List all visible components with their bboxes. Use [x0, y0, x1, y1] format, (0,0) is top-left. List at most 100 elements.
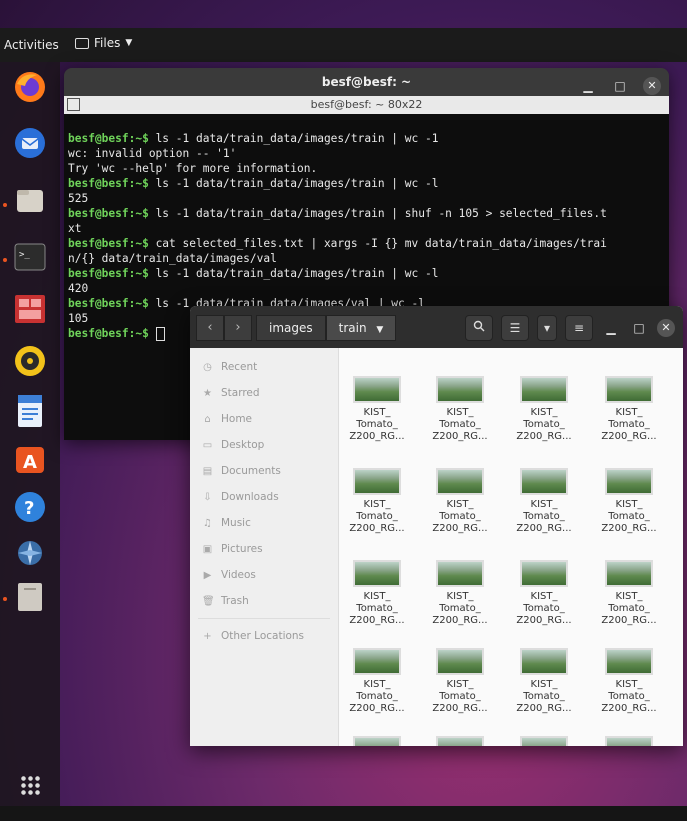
- file-name: KIST_ Tomato_ Z200_RG...: [349, 407, 405, 442]
- file-item[interactable]: KIST_ Tomato_ Z200_RG...: [590, 468, 668, 535]
- rhythmbox-icon[interactable]: [11, 342, 49, 380]
- image-thumbnail: [520, 376, 568, 403]
- file-item[interactable]: [338, 736, 416, 746]
- file-item[interactable]: KIST_ Tomato_ Z200_RG...: [505, 648, 583, 715]
- close-icon[interactable]: ✕: [657, 319, 675, 337]
- sidebar-item-music[interactable]: ♫ Music: [190, 510, 338, 536]
- image-thumbnail: [605, 648, 653, 675]
- new-tab-icon[interactable]: [67, 98, 80, 111]
- file-item[interactable]: KIST_ Tomato_ Z200_RG...: [505, 376, 583, 443]
- files-app-icon[interactable]: [11, 182, 49, 220]
- image-thumbnail: [520, 560, 568, 587]
- terminal-line: Try 'wc --help' for more information.: [68, 162, 318, 175]
- app-menu[interactable]: Files ▼: [75, 36, 132, 50]
- file-item[interactable]: KIST_ Tomato_ Z200_RG...: [421, 468, 499, 535]
- file-item[interactable]: KIST_ Tomato_ Z200_RG...: [338, 468, 416, 535]
- forward-button[interactable]: ›: [224, 315, 252, 341]
- breadcrumb-train[interactable]: train ▼: [325, 315, 397, 341]
- sidebar-item-starred[interactable]: ★ Starred: [190, 380, 338, 406]
- folder-icon: [75, 37, 89, 49]
- image-thumbnail: [353, 736, 401, 746]
- clock-icon: ◷: [203, 361, 212, 373]
- terminal-line: n/{} data/train_data/images/val: [68, 252, 277, 265]
- sidebar-item-documents[interactable]: ▤ Documents: [190, 458, 338, 484]
- file-name: KIST_ Tomato_ Z200_RG...: [349, 499, 405, 534]
- file-item[interactable]: KIST_ Tomato_ Z200_RG...: [421, 376, 499, 443]
- file-item[interactable]: [421, 736, 499, 746]
- monitor-bezel: [0, 806, 687, 821]
- file-item[interactable]: [590, 736, 668, 746]
- file-item[interactable]: KIST_ Tomato_ Z200_RG...: [338, 648, 416, 715]
- sidebar-item-downloads[interactable]: ⇩ Downloads: [190, 484, 338, 510]
- image-thumbnail: [353, 468, 401, 495]
- document-icon: ▤: [202, 465, 213, 477]
- terminal-titlebar[interactable]: besf@besf: ~ ▁ □ ✕: [64, 68, 669, 96]
- sidebar-item-trash[interactable]: 🗑 Trash: [190, 588, 338, 614]
- terminal-size-bar: besf@besf: ~ 80x22: [64, 96, 669, 114]
- file-name: KIST_ Tomato_ Z200_RG...: [601, 499, 657, 534]
- file-item[interactable]: KIST_ Tomato_ Z200_RG...: [421, 560, 499, 627]
- breadcrumb: images train ▼: [256, 315, 397, 341]
- sidebar-item-recent[interactable]: ◷ Recent: [190, 354, 338, 380]
- settings-app-icon[interactable]: [11, 534, 49, 572]
- screenshot-app-icon[interactable]: [11, 290, 49, 328]
- file-manager-window: ‹ › images train ▼ ☰ ▾ ≡ ▁ □ ✕ ◷Recent: [190, 306, 683, 746]
- view-options-button[interactable]: ▾: [537, 315, 557, 341]
- terminal-line: besf@besf:~$ ls -1 data/train_data/image…: [68, 207, 607, 220]
- terminal-icon[interactable]: >_: [11, 238, 49, 276]
- file-item[interactable]: KIST_ Tomato_ Z200_RG...: [505, 468, 583, 535]
- file-name: KIST_ Tomato_ Z200_RG...: [432, 679, 488, 714]
- file-name: KIST_ Tomato_ Z200_RG...: [601, 591, 657, 626]
- sidebar-item-other-locations[interactable]: + Other Locations: [190, 623, 338, 649]
- file-name: KIST_ Tomato_ Z200_RG...: [349, 679, 405, 714]
- firefox-icon[interactable]: [11, 68, 49, 106]
- close-icon[interactable]: ✕: [643, 77, 661, 95]
- list-view-button[interactable]: ☰: [501, 315, 529, 341]
- file-item[interactable]: KIST_ Tomato_ Z200_RG...: [590, 376, 668, 443]
- sidebar-item-videos[interactable]: ▶ Videos: [190, 562, 338, 588]
- svg-text:A: A: [23, 452, 37, 473]
- terminal-line: besf@besf:~$ cat selected_files.txt | xa…: [68, 237, 607, 250]
- image-thumbnail: [605, 736, 653, 746]
- file-item[interactable]: KIST_ Tomato_ Z200_RG...: [421, 648, 499, 715]
- picture-icon: ▣: [202, 543, 213, 555]
- libreoffice-writer-icon[interactable]: [11, 392, 49, 430]
- sidebar-item-home[interactable]: ⌂ Home: [190, 406, 338, 432]
- app-menu-label: Files: [94, 36, 121, 50]
- minimize-icon[interactable]: ▁: [601, 321, 621, 335]
- activities-button[interactable]: Activities: [4, 38, 59, 52]
- help-icon[interactable]: ?: [11, 488, 49, 526]
- terminal-line: 420: [68, 282, 89, 295]
- usb-drive-icon[interactable]: [11, 578, 49, 616]
- image-thumbnail: [520, 736, 568, 746]
- music-icon: ♫: [203, 517, 212, 529]
- file-item[interactable]: KIST_ Tomato_ Z200_RG...: [590, 648, 668, 715]
- sidebar-item-desktop[interactable]: ▭ Desktop: [190, 432, 338, 458]
- search-button[interactable]: [465, 315, 493, 341]
- hamburger-menu-button[interactable]: ≡: [565, 315, 593, 341]
- desktop-icon: ▭: [202, 439, 213, 451]
- trash-icon: 🗑: [202, 595, 215, 607]
- file-item[interactable]: KIST_ Tomato_ Z200_RG...: [590, 560, 668, 627]
- file-manager-headerbar[interactable]: ‹ › images train ▼ ☰ ▾ ≡ ▁ □ ✕: [190, 306, 683, 348]
- show-applications-icon[interactable]: [20, 775, 40, 795]
- file-item[interactable]: KIST_ Tomato_ Z200_RG...: [338, 560, 416, 627]
- search-icon: [473, 320, 485, 332]
- breadcrumb-images[interactable]: images: [256, 315, 326, 341]
- download-icon: ⇩: [203, 491, 212, 503]
- image-thumbnail: [436, 648, 484, 675]
- file-name: KIST_ Tomato_ Z200_RG...: [349, 591, 405, 626]
- file-item[interactable]: [505, 736, 583, 746]
- sidebar-item-pictures[interactable]: ▣ Pictures: [190, 536, 338, 562]
- image-thumbnail: [520, 648, 568, 675]
- image-thumbnail: [353, 376, 401, 403]
- thunderbird-icon[interactable]: [11, 124, 49, 162]
- file-item[interactable]: KIST_ Tomato_ Z200_RG...: [505, 560, 583, 627]
- file-item[interactable]: KIST_ Tomato_ Z200_RG...: [338, 376, 416, 443]
- back-button[interactable]: ‹: [196, 315, 224, 341]
- maximize-icon[interactable]: □: [629, 321, 649, 335]
- terminal-line: xt: [68, 222, 82, 235]
- software-center-icon[interactable]: A: [11, 440, 49, 478]
- chevron-down-icon: ▼: [125, 38, 133, 48]
- running-indicator: [3, 258, 7, 262]
